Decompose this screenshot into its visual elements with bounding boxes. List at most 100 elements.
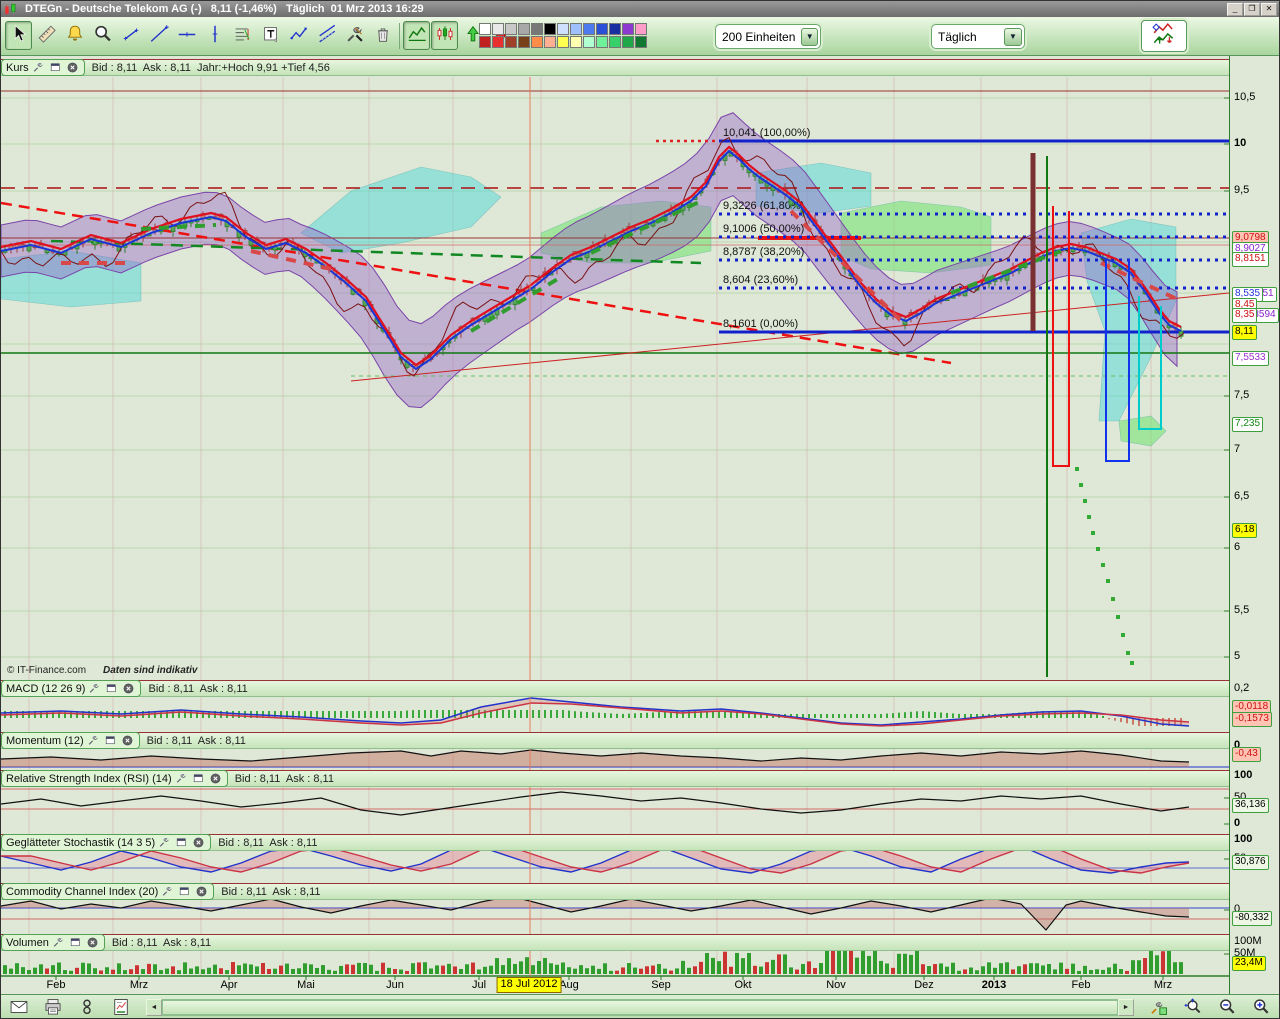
- price-label-box: -0,1573: [1232, 712, 1272, 727]
- period-dropdown[interactable]: Täglich ▼: [931, 24, 1025, 49]
- panel-window-button[interactable]: [177, 885, 192, 899]
- price-label-box: 8,11: [1232, 325, 1257, 340]
- color-swatch[interactable]: [492, 23, 504, 35]
- color-swatch[interactable]: [531, 36, 543, 48]
- color-swatch[interactable]: [505, 23, 517, 35]
- zoom-pan-icon[interactable]: [1180, 996, 1206, 1019]
- zoom-tool[interactable]: [89, 21, 116, 50]
- price-label-box: 7,235: [1232, 417, 1263, 432]
- color-swatch[interactable]: [583, 23, 595, 35]
- month-label: Aug: [559, 979, 579, 991]
- panel-close-button[interactable]: [85, 936, 100, 950]
- panel-close-button[interactable]: [121, 682, 136, 696]
- color-swatch[interactable]: [479, 36, 491, 48]
- zigzag-tool[interactable]: [285, 21, 312, 50]
- zoom-in-icon[interactable]: [1248, 996, 1274, 1019]
- horizontal-scrollbar[interactable]: ◄►: [146, 999, 1134, 1016]
- panel-window-button[interactable]: [48, 61, 63, 75]
- panel-close-button[interactable]: [208, 772, 223, 786]
- horizontal-line-tool[interactable]: [173, 21, 200, 50]
- color-swatch[interactable]: [557, 23, 569, 35]
- panel-settings-button[interactable]: [87, 682, 102, 696]
- scroll-right-button[interactable]: ►: [1118, 999, 1134, 1016]
- time-axis[interactable]: FebMrzAprMaiJunJulAugSepOktNovDez2013Feb…: [1, 976, 1229, 994]
- close-button[interactable]: ✕: [1261, 3, 1277, 16]
- panel-settings-button[interactable]: [51, 936, 66, 950]
- chart-tools-icon[interactable]: [1146, 996, 1172, 1019]
- color-swatch[interactable]: [596, 23, 608, 35]
- panel-window-button[interactable]: [104, 682, 119, 696]
- color-swatch[interactable]: [557, 36, 569, 48]
- pointer-tool[interactable]: [5, 21, 32, 50]
- color-swatch[interactable]: [570, 23, 582, 35]
- scroll-left-button[interactable]: ◄: [146, 999, 162, 1016]
- color-swatch[interactable]: [609, 36, 621, 48]
- svg-text:Daten sind indikativ: Daten sind indikativ: [103, 665, 199, 676]
- color-swatch[interactable]: [531, 23, 543, 35]
- fibonacci-tool[interactable]: [229, 21, 256, 50]
- panel-settings-button[interactable]: [31, 61, 46, 75]
- color-swatch[interactable]: [505, 36, 517, 48]
- panel-settings-button[interactable]: [174, 772, 189, 786]
- color-swatch[interactable]: [583, 36, 595, 48]
- axis-tick: 0: [1234, 817, 1240, 829]
- delete-tool[interactable]: [369, 21, 396, 50]
- month-label: Feb: [47, 979, 66, 991]
- color-swatch[interactable]: [635, 36, 647, 48]
- panel-close-button[interactable]: [65, 61, 80, 75]
- candle-style-tool[interactable]: [431, 21, 458, 50]
- color-swatch[interactable]: [622, 36, 634, 48]
- price-label-box: -0,43: [1232, 747, 1261, 762]
- color-swatch[interactable]: [518, 23, 530, 35]
- ruler-tool[interactable]: [33, 21, 60, 50]
- panel-window-button[interactable]: [174, 836, 189, 850]
- panel-settings-button[interactable]: [86, 734, 101, 748]
- print-icon[interactable]: [40, 996, 66, 1019]
- line-style-tool[interactable]: [403, 21, 430, 50]
- color-swatch[interactable]: [609, 23, 621, 35]
- chart-settings-button[interactable]: [1141, 20, 1187, 52]
- color-swatch[interactable]: [492, 36, 504, 48]
- mail-icon[interactable]: [6, 996, 32, 1019]
- price-axis[interactable]: 10,5109,57,576,565,559,07988,90278,81518…: [1229, 56, 1280, 994]
- panel-info: Bid : 8,11 Ask : 8,11: [148, 683, 247, 695]
- color-swatch[interactable]: [635, 23, 647, 35]
- color-swatch[interactable]: [570, 36, 582, 48]
- text-tool[interactable]: [257, 21, 284, 50]
- color-swatch[interactable]: [544, 23, 556, 35]
- window-title: DTEGn - Deutsche Telekom AG (-) 8,11 (-1…: [25, 3, 1223, 15]
- panel-window-button[interactable]: [103, 734, 118, 748]
- link-icon[interactable]: [74, 996, 100, 1019]
- panel-label-group: Commodity Channel Index (20): [1, 883, 214, 900]
- panel-window-button[interactable]: [191, 772, 206, 786]
- minimize-button[interactable]: _: [1227, 3, 1243, 16]
- panel-settings-button[interactable]: [160, 885, 175, 899]
- panel-settings-button[interactable]: [157, 836, 172, 850]
- chevron-down-icon[interactable]: ▼: [1004, 28, 1022, 46]
- segment-tool[interactable]: [117, 21, 144, 50]
- panel-close-button[interactable]: [120, 734, 135, 748]
- trendline-tool[interactable]: [145, 21, 172, 50]
- panel-close-button[interactable]: [194, 885, 209, 899]
- chevron-down-icon[interactable]: ▼: [801, 28, 818, 46]
- alarm-tool[interactable]: [61, 21, 88, 50]
- panel-close-button[interactable]: [191, 836, 206, 850]
- units-dropdown[interactable]: 200 Einheiten ▼: [715, 24, 821, 49]
- zoom-out-icon[interactable]: [1214, 996, 1240, 1019]
- chart-report-icon[interactable]: [108, 996, 134, 1019]
- color-swatch[interactable]: [596, 36, 608, 48]
- restore-button[interactable]: ❐: [1244, 3, 1260, 16]
- color-swatch[interactable]: [518, 36, 530, 48]
- panel-window-button[interactable]: [68, 936, 83, 950]
- settings-tool[interactable]: [341, 21, 368, 50]
- scrollbar-track[interactable]: [162, 999, 1118, 1016]
- scrollbar-thumb[interactable]: [162, 1000, 1118, 1015]
- color-swatch[interactable]: [544, 36, 556, 48]
- vertical-line-tool[interactable]: [201, 21, 228, 50]
- color-swatch[interactable]: [622, 23, 634, 35]
- chart-canvas[interactable]: 10,041 (100,00%)9,3226 (61,80%)9,1006 (5…: [1, 56, 1229, 994]
- color-swatch[interactable]: [479, 23, 491, 35]
- month-label: Nov: [826, 979, 846, 991]
- panel-label: MACD (12 26 9): [6, 683, 85, 695]
- channel-tool[interactable]: [313, 21, 340, 50]
